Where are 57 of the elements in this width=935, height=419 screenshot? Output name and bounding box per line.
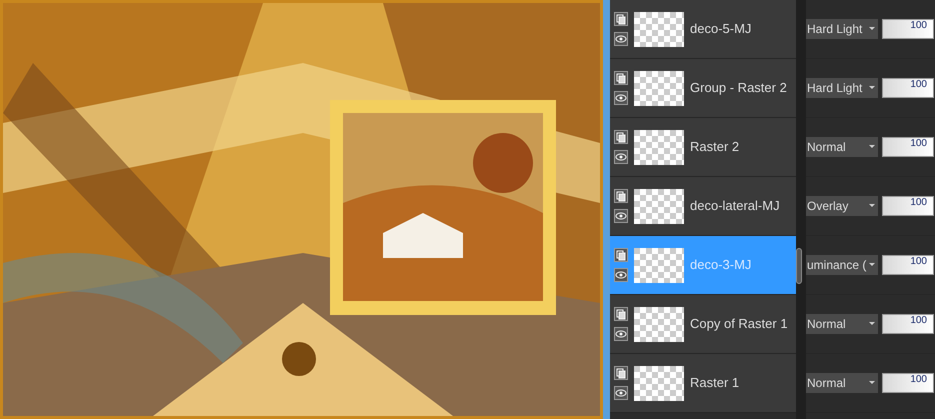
layer-row[interactable]: deco-5-MJ <box>610 0 796 58</box>
layer-name: deco-3-MJ <box>690 256 752 274</box>
blend-mode-dropdown[interactable]: Hard Light <box>806 19 878 39</box>
caret-icon <box>869 204 875 208</box>
eye-icon[interactable] <box>614 91 628 105</box>
layer-thumbnail <box>634 70 684 106</box>
opacity-field[interactable]: 100 <box>882 314 934 334</box>
blend-mode-dropdown[interactable]: Normal <box>806 373 878 393</box>
layer-row[interactable]: Group - Raster 2 <box>610 59 796 117</box>
scrollbar-track[interactable] <box>796 0 806 419</box>
layer-name: Group - Raster 2 <box>690 79 787 98</box>
blend-mode-dropdown[interactable]: Overlay <box>806 196 878 216</box>
eye-icon[interactable] <box>614 150 628 164</box>
layer-name: Copy of Raster 1 <box>690 315 788 334</box>
layer-thumbnail <box>634 366 684 400</box>
caret-icon <box>869 86 875 90</box>
layer-name: deco-lateral-MJ <box>690 197 780 216</box>
eye-icon[interactable] <box>614 268 628 282</box>
layer-name: Raster 1 <box>690 374 740 392</box>
layer-thumbnail <box>634 248 684 282</box>
opacity-field[interactable]: 100 <box>882 255 934 275</box>
opacity-field[interactable]: 100 <box>882 19 934 39</box>
caret-icon <box>869 145 875 149</box>
opacity-field[interactable]: 100 <box>882 137 934 157</box>
caret-icon <box>869 27 875 31</box>
link-icon[interactable] <box>614 71 628 85</box>
layer-thumbnail <box>634 12 684 46</box>
opacity-field[interactable]: 100 <box>882 196 934 216</box>
layer-row[interactable]: Copy of Raster 1 <box>610 295 796 353</box>
blend-mode-dropdown[interactable]: Hard Light <box>806 78 878 98</box>
link-icon[interactable] <box>614 130 628 144</box>
opacity-field[interactable]: 100 <box>882 373 934 393</box>
layer-name: deco-5-MJ <box>690 20 752 38</box>
layer-row[interactable]: deco-lateral-MJ <box>610 177 796 235</box>
caret-icon <box>869 381 875 385</box>
eye-icon[interactable] <box>614 209 628 223</box>
caret-icon <box>869 263 875 267</box>
layer-thumbnail <box>634 130 684 164</box>
link-icon[interactable] <box>614 307 628 321</box>
eye-icon[interactable] <box>614 386 628 400</box>
blend-mode-dropdown[interactable]: Normal <box>806 314 878 334</box>
eye-icon[interactable] <box>614 327 628 341</box>
eye-icon[interactable] <box>614 32 628 46</box>
blend-mode-dropdown[interactable]: Normal <box>806 137 878 157</box>
blend-mode-dropdown[interactable]: uminance ( <box>806 255 878 275</box>
layer-thumbnail <box>634 188 684 224</box>
layer-row[interactable]: Raster 2 <box>610 118 796 176</box>
link-icon[interactable] <box>614 366 628 380</box>
link-icon[interactable] <box>614 12 628 26</box>
layer-thumbnail <box>634 306 684 342</box>
scroll-handle[interactable] <box>796 248 802 284</box>
link-icon[interactable] <box>614 189 628 203</box>
link-icon[interactable] <box>614 248 628 262</box>
caret-icon <box>869 322 875 326</box>
layer-row[interactable]: Raster 1 <box>610 354 796 412</box>
opacity-field[interactable]: 100 <box>882 78 934 98</box>
layer-name: Raster 2 <box>690 138 740 156</box>
